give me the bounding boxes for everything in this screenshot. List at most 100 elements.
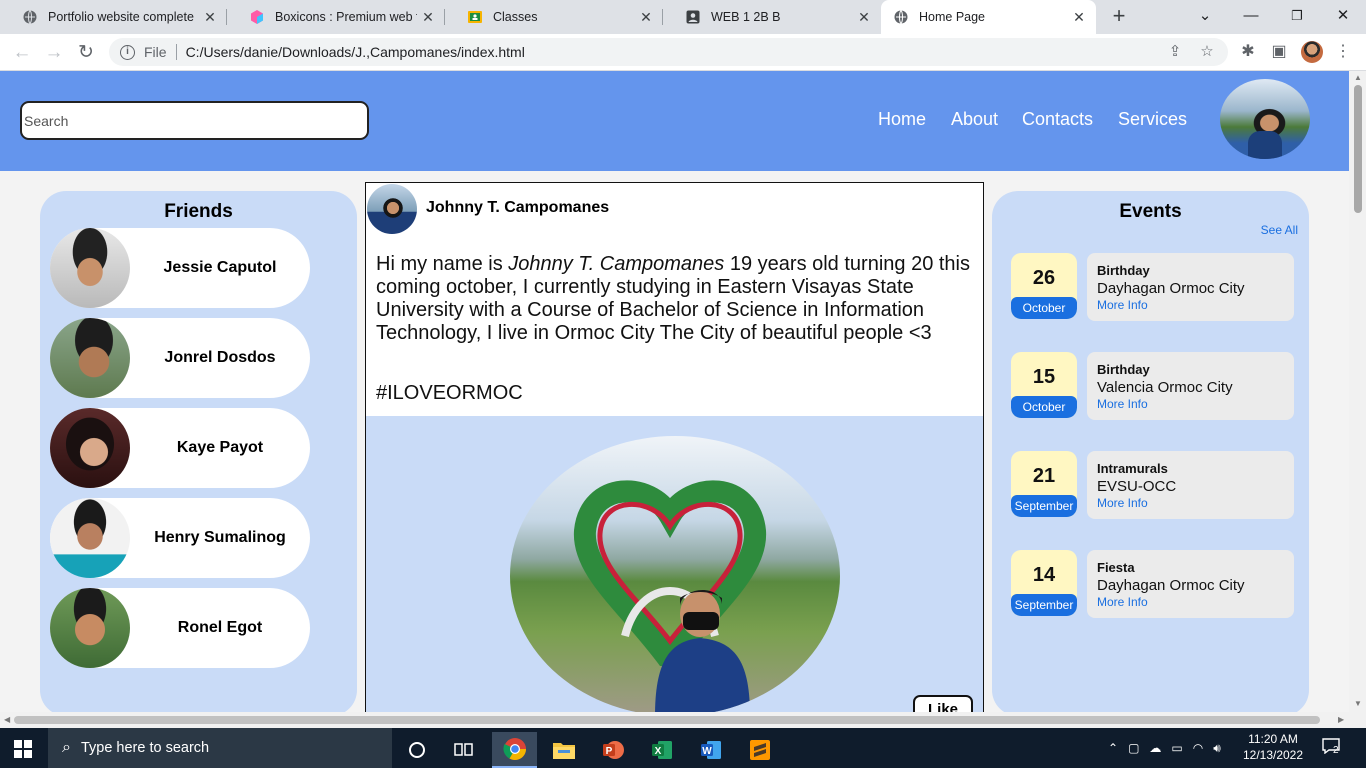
meet-now-icon[interactable]: ▢	[1128, 741, 1139, 755]
excel-icon[interactable]: X	[639, 732, 684, 768]
scroll-left-icon[interactable]: ◀	[4, 715, 10, 724]
reload-button[interactable]: ↻	[72, 39, 100, 67]
file-explorer-icon[interactable]	[541, 732, 586, 768]
friend-card[interactable]: Ronel Egot	[50, 588, 310, 668]
tab-title: Portfolio website complete	[48, 10, 194, 24]
close-icon[interactable]: ✕	[635, 9, 657, 26]
event-title: Intramurals	[1097, 461, 1168, 476]
taskbar-search-placeholder: Type here to search	[80, 740, 210, 756]
horizontal-scroll-thumb[interactable]	[14, 716, 1320, 724]
nav-contacts[interactable]: Contacts	[1022, 109, 1093, 130]
minimize-button[interactable]: —	[1228, 0, 1274, 34]
post-text: Hi my name is Johnny T. Campomanes 19 ye…	[376, 253, 976, 345]
battery-icon[interactable]: ▭	[1171, 741, 1182, 755]
tab-home-page[interactable]: Home Page ✕	[881, 0, 1096, 34]
search-input[interactable]	[20, 101, 369, 140]
tab-strip: Portfolio website complete ✕ Boxicons : …	[0, 0, 1366, 34]
maximize-button[interactable]: ❐	[1274, 0, 1320, 34]
close-icon[interactable]: ✕	[853, 9, 875, 26]
post-author-name[interactable]: Johnny T. Campomanes	[426, 199, 609, 217]
event-month: September	[1011, 594, 1077, 616]
tab-search-icon[interactable]: ⌄	[1182, 0, 1228, 34]
window-close-button[interactable]: ✕	[1320, 0, 1366, 34]
nav-about[interactable]: About	[951, 109, 998, 130]
friends-panel: Friends Jessie Caputol Jonrel Dosdos Kay…	[40, 191, 357, 712]
bookmark-star-icon[interactable]: ☆	[1196, 41, 1218, 63]
nav-home[interactable]: Home	[878, 109, 926, 130]
post-text-intro: Hi my name is	[376, 253, 509, 275]
friend-card[interactable]: Jessie Caputol	[50, 228, 310, 308]
friend-avatar	[50, 318, 130, 398]
chrome-app-icon[interactable]	[492, 732, 537, 768]
scroll-down-icon[interactable]: ▼	[1354, 699, 1362, 708]
post-card: Johnny T. Campomanes Hi my name is Johnn…	[365, 182, 984, 712]
sublime-text-icon[interactable]	[737, 732, 782, 768]
svg-text:P: P	[605, 746, 612, 757]
boxicons-icon	[251, 10, 263, 24]
event-month: October	[1011, 396, 1077, 418]
forward-button[interactable]: →	[40, 39, 68, 67]
side-panel-icon[interactable]: ▣	[1266, 39, 1292, 65]
like-button[interactable]: Like	[913, 695, 973, 712]
profile-photo[interactable]	[1220, 79, 1310, 159]
address-bar[interactable]: i File C:/Users/danie/Downloads/J.,Campo…	[109, 38, 1228, 66]
wifi-icon[interactable]: ◠	[1193, 741, 1203, 755]
see-all-link[interactable]: See All	[1261, 223, 1298, 237]
vertical-scroll-thumb[interactable]	[1354, 85, 1362, 213]
extensions-icon[interactable]: ✱	[1235, 39, 1261, 65]
friend-name: Ronel Egot	[177, 619, 263, 636]
taskbar-search[interactable]: ⌕ Type here to search	[48, 728, 392, 768]
url-text[interactable]: C:/Users/danie/Downloads/J.,Campomanes/i…	[186, 44, 525, 60]
tab-classes[interactable]: Classes ✕	[445, 0, 663, 34]
friend-card[interactable]: Kaye Payot	[50, 408, 310, 488]
info-icon[interactable]: i	[120, 44, 135, 60]
windows-start-icon[interactable]	[14, 740, 32, 758]
scroll-right-icon[interactable]: ▶	[1338, 715, 1344, 724]
more-info-link[interactable]: More Info	[1097, 496, 1148, 510]
new-tab-button[interactable]: +	[1106, 5, 1132, 29]
back-button[interactable]: ←	[8, 39, 36, 67]
event-place: Dayhagan Ormoc City	[1097, 280, 1245, 297]
onedrive-icon[interactable]: ☁	[1149, 741, 1161, 755]
event-info: Birthday Valencia Ormoc City More Info	[1087, 352, 1294, 420]
event-date-badge: 26 October	[1011, 253, 1077, 319]
tab-web1[interactable]: WEB 1 2B B ✕	[663, 0, 881, 34]
more-info-link[interactable]: More Info	[1097, 595, 1148, 609]
divider	[175, 44, 177, 60]
notification-count: 2	[1333, 745, 1339, 756]
menu-icon[interactable]: ⋮	[1330, 39, 1356, 65]
tab-boxicons[interactable]: Boxicons : Premium web frien ✕	[227, 0, 445, 34]
event-day: 15	[1032, 366, 1056, 388]
classroom-icon	[468, 11, 482, 23]
share-icon[interactable]: ⇪	[1164, 41, 1186, 63]
close-icon[interactable]: ✕	[417, 9, 439, 26]
horizontal-scrollbar[interactable]: ◀ ▶	[0, 712, 1366, 728]
task-view-icon[interactable]	[441, 732, 486, 768]
volume-icon[interactable]: 🔊︎	[1213, 741, 1221, 756]
powerpoint-icon[interactable]: P	[590, 732, 635, 768]
notifications-icon[interactable]: 2	[1322, 738, 1344, 758]
post-author-avatar[interactable]	[367, 184, 417, 234]
friend-card[interactable]: Jonrel Dosdos	[50, 318, 310, 398]
cortana-icon[interactable]	[394, 732, 439, 768]
tab-portfolio[interactable]: Portfolio website complete ✕	[0, 0, 227, 34]
globe-icon	[23, 10, 37, 24]
chevron-up-icon[interactable]: ⌃	[1108, 741, 1118, 755]
clock[interactable]: 11:20 AM 12/13/2022	[1240, 731, 1306, 763]
nav-services[interactable]: Services	[1118, 109, 1187, 130]
more-info-link[interactable]: More Info	[1097, 397, 1148, 411]
event-place: Valencia Ormoc City	[1097, 379, 1233, 396]
clock-time: 11:20 AM	[1248, 732, 1298, 746]
close-icon[interactable]: ✕	[199, 9, 221, 26]
friend-card[interactable]: Henry Sumalinog	[50, 498, 310, 578]
word-icon[interactable]: W	[688, 732, 733, 768]
screen: Portfolio website complete ✕ Boxicons : …	[0, 0, 1366, 768]
more-info-link[interactable]: More Info	[1097, 298, 1148, 312]
friend-name: Kaye Payot	[176, 439, 264, 456]
close-icon[interactable]: ✕	[1068, 9, 1090, 26]
post-photo	[510, 436, 840, 712]
vertical-scrollbar[interactable]: ▲ ▼	[1349, 71, 1366, 712]
profile-avatar[interactable]	[1301, 41, 1323, 63]
clock-date: 12/13/2022	[1242, 748, 1304, 762]
scroll-up-icon[interactable]: ▲	[1354, 73, 1362, 82]
